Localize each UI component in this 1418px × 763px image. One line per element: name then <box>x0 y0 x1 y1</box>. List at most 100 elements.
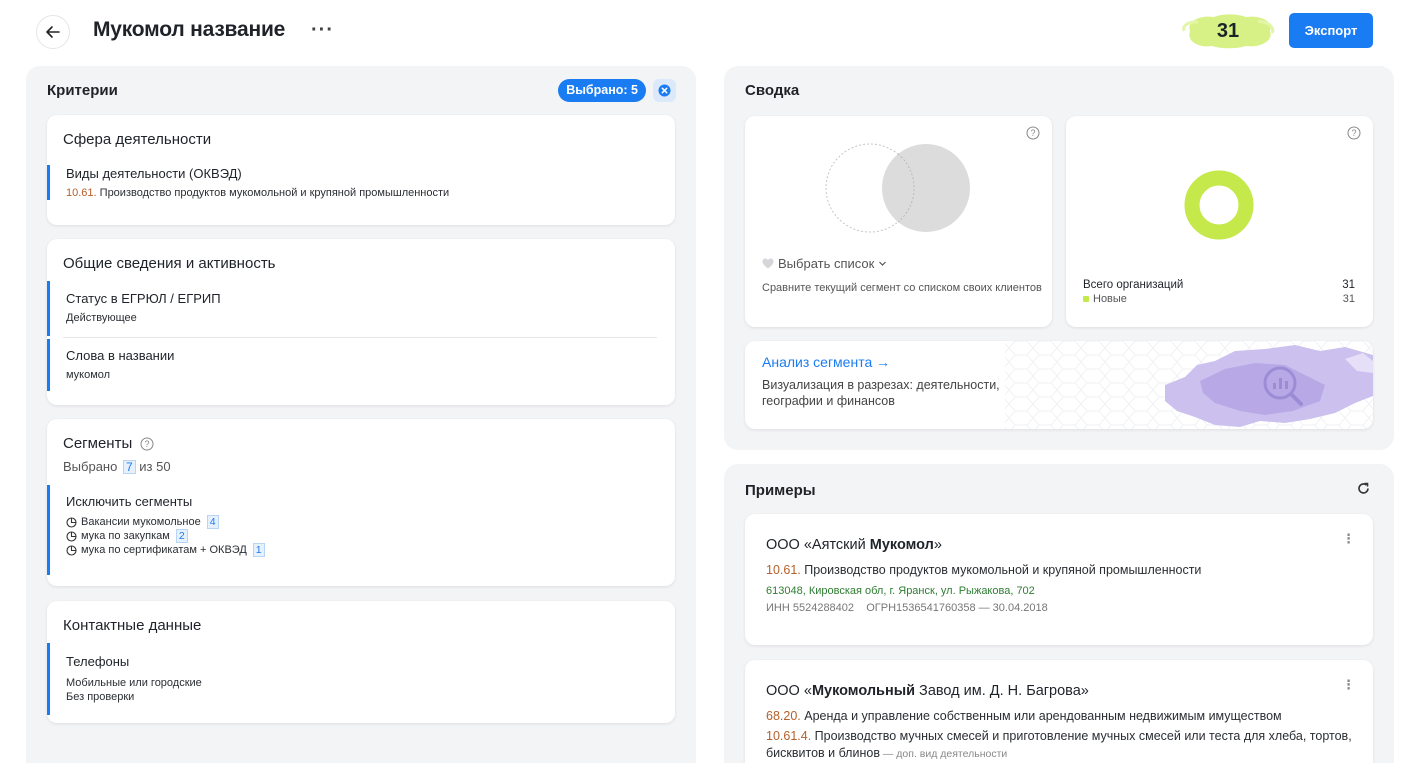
segment-item-label: Вакансии мукомольное <box>81 516 201 528</box>
criterion-words-title: Слова в названии <box>66 348 175 363</box>
segment-item[interactable]: мука по закупкам 2 <box>66 529 675 543</box>
close-circle-icon <box>658 84 671 97</box>
example-menu-button[interactable]: ⋮ <box>1342 532 1355 545</box>
criterion-phones-title: Телефоны <box>66 654 130 669</box>
segments-selected-prefix: Выбрано <box>63 459 118 474</box>
company-name-suffix: Завод им. Д. Н. Багрова» <box>915 683 1089 699</box>
example-address: 613048, Кировская обл, г. Яранск, ул. Ры… <box>766 585 1035 597</box>
segment-item-count: 2 <box>175 529 188 543</box>
company-name-suffix: » <box>933 537 942 553</box>
total-orgs-label: Всего организаций <box>1083 279 1184 291</box>
example-okved: 10.61. Производство продуктов мукомольно… <box>766 562 1356 579</box>
example-ids: ИНН 5524288402 ОГРН1536541760358 — 30.04… <box>766 602 1048 614</box>
criteria-card-contacts[interactable]: Контактные данные Телефоны Мобильные или… <box>47 601 675 723</box>
donut-chart <box>1184 170 1254 240</box>
selected-count-badge[interactable]: Выбрано: 5 <box>558 79 646 102</box>
pie-chart-icon <box>66 516 77 528</box>
summary-title: Сводка <box>745 82 800 99</box>
criterion-words-value: мукомол <box>66 369 111 381</box>
back-button[interactable] <box>36 15 70 49</box>
segment-item-count: 1 <box>252 543 265 557</box>
svg-text:?: ? <box>1351 128 1356 138</box>
svg-text:?: ? <box>145 439 150 449</box>
segment-item-count: 4 <box>206 515 219 529</box>
card-title-contacts: Контактные данные <box>63 617 202 634</box>
segment-analysis-description: Визуализация в разрезах: деятельности, г… <box>762 378 1000 408</box>
okved-text: Производство продуктов мукомольной и кру… <box>800 563 1202 577</box>
clear-selection-button[interactable] <box>653 79 676 102</box>
donut-segment-new <box>1184 170 1254 240</box>
criterion-phones-line1: Мобильные или городские <box>66 677 202 689</box>
card-title-activity: Сфера деятельности <box>63 131 212 148</box>
page-title: Мукомол название <box>93 18 286 41</box>
criteria-panel: Критерии Выбрано: 5 Сфера деятельности В… <box>26 66 696 763</box>
criteria-card-general[interactable]: Общие сведения и активность Статус в ЕГР… <box>47 239 675 405</box>
okved-code: 68.20. <box>766 709 801 723</box>
totals-card: ? Всего организаций 31 Новые 31 <box>1066 116 1373 327</box>
segments-selected-info: Выбрано 7 из 50 <box>63 459 171 474</box>
criterion-status[interactable]: Статус в ЕГРЮЛ / ЕГРИП Действующее <box>47 281 675 336</box>
segment-item-label: мука по сертификатам + ОКВЭД <box>81 544 247 556</box>
refresh-icon[interactable] <box>1357 482 1370 495</box>
help-icon[interactable]: ? <box>140 437 154 451</box>
total-orgs-value: 31 <box>1342 279 1355 291</box>
choose-list-label: Выбрать список <box>778 256 875 271</box>
example-card[interactable]: ООО «Мукомольный Завод им. Д. Н. Багрова… <box>745 660 1373 763</box>
criterion-okved-title: Виды деятельности (ОКВЭД) <box>66 166 242 181</box>
help-icon[interactable]: ? <box>1347 126 1361 140</box>
criteria-title: Критерии <box>47 82 118 99</box>
okved-text: Производство мучных смесей и приготовлен… <box>766 729 1352 760</box>
criterion-words[interactable]: Слова в названии мукомол <box>47 339 675 391</box>
criteria-card-activity[interactable]: Сфера деятельности Виды деятельности (ОК… <box>47 115 675 225</box>
segments-selected-suffix: из 50 <box>139 459 171 474</box>
criterion-status-value: Действующее <box>66 312 137 324</box>
company-name-match: Мукомольный <box>811 683 916 699</box>
criterion-phones[interactable]: Телефоны Мобильные или городские Без про… <box>47 643 675 715</box>
criterion-phones-line2: Без проверки <box>66 691 135 703</box>
okved-text: Производство продуктов мукомольной и кру… <box>99 187 450 199</box>
more-options-button[interactable]: ··· <box>311 18 334 42</box>
examples-title: Примеры <box>745 482 816 499</box>
example-menu-button[interactable]: ⋮ <box>1342 678 1355 691</box>
choose-list-dropdown[interactable]: Выбрать список <box>762 256 887 271</box>
criterion-exclude-segments[interactable]: Исключить сегменты Вакансии мукомольное … <box>47 485 675 575</box>
okved-code: 10.61. <box>66 187 97 199</box>
new-orgs-legend: Новые <box>1083 293 1127 305</box>
okved-text: Аренда и управление собственным или арен… <box>800 709 1282 723</box>
compare-description: Сравните текущий сегмент со списком свои… <box>762 282 1042 294</box>
segment-item[interactable]: мука по сертификатам + ОКВЭД 1 <box>66 543 675 557</box>
svg-text:?: ? <box>1030 128 1035 138</box>
summary-panel: Сводка ? Выбрать список Сравните текущий… <box>724 66 1394 450</box>
criteria-card-segments[interactable]: Сегменты ? Выбрано 7 из 50 Исключить сег… <box>47 419 675 586</box>
heart-icon <box>762 258 774 269</box>
criterion-status-title: Статус в ЕГРЮЛ / ЕГРИП <box>66 291 221 306</box>
example-company-name[interactable]: ООО «Аятский Мукомол» <box>766 537 942 553</box>
export-button[interactable]: Экспорт <box>1289 13 1373 48</box>
criterion-exclude-title: Исключить сегменты <box>66 494 193 509</box>
venn-diagram-icon <box>825 143 970 233</box>
okved-code: 10.61.4. <box>766 729 812 743</box>
example-card[interactable]: ООО «Аятский Мукомол» ⋮ 10.61. Производс… <box>745 514 1373 645</box>
segments-selected-count: 7 <box>122 460 136 474</box>
segment-item-label: мука по закупкам <box>81 530 170 542</box>
examples-panel: Примеры ООО «Аятский Мукомол» ⋮ 10.61. П… <box>724 464 1394 763</box>
help-icon[interactable]: ? <box>1026 126 1040 140</box>
new-orgs-value: 31 <box>1342 293 1355 305</box>
example-company-name[interactable]: ООО «Мукомольный Завод им. Д. Н. Багрова… <box>766 683 1089 699</box>
segment-analysis-link[interactable]: Анализ сегмента → <box>762 354 890 370</box>
okved-note: — доп. вид деятельности <box>879 748 1008 760</box>
card-title-segments-row: Сегменты ? <box>63 435 154 452</box>
compare-list-card: ? Выбрать список Сравните текущий сегмен… <box>745 116 1052 327</box>
example-okved: 68.20. Аренда и управление собственным и… <box>766 708 1356 725</box>
okved-code: 10.61. <box>766 563 801 577</box>
legend-swatch <box>1083 296 1089 302</box>
company-name-prefix: ООО « <box>766 683 812 699</box>
segment-item[interactable]: Вакансии мукомольное 4 <box>66 515 675 529</box>
criterion-okved-value: 10.61. Производство продуктов мукомольно… <box>66 186 675 200</box>
criterion-okved[interactable]: Виды деятельности (ОКВЭД) 10.61. Произво… <box>47 165 675 200</box>
page-header: Мукомол название ··· 31 Экспорт <box>0 0 1418 64</box>
segment-analysis-card[interactable]: Анализ сегмента → Визуализация в разреза… <box>745 341 1373 429</box>
arrow-left-icon <box>46 26 60 38</box>
company-name-prefix: ООО «Аятский <box>766 537 870 553</box>
card-title-segments: Сегменты <box>63 435 133 452</box>
